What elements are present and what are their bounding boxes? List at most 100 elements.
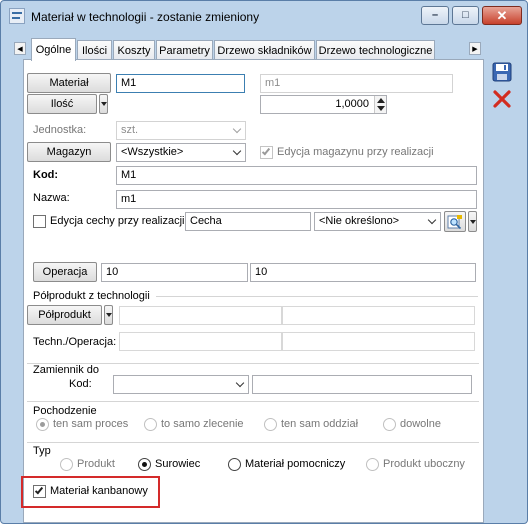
type-label-auxiliary: Materiał pomocniczy [245,458,346,470]
tab-parameters[interactable]: Parametry [156,40,213,60]
save-icon [492,62,512,82]
type-radio-raw-material[interactable] [138,458,151,471]
feature-value-select[interactable]: <Nie określono> [314,212,441,231]
type-label-byproduct: Produkt uboczny [383,458,465,470]
material-code-field[interactable]: M1 [116,74,245,93]
origin-label-same-branch: ten sam oddział [281,418,359,430]
semi-product-button[interactable]: Półprodukt [27,305,102,325]
kanban-checkbox[interactable] [33,485,46,498]
origin-label-same-process: ten sam proces [53,418,129,430]
dialog-window: Materiał w technologii - zostanie zmieni… [0,0,528,524]
radio-dot [142,462,147,467]
close-icon: ✕ [496,8,508,23]
semi-product-code-field[interactable] [119,306,282,325]
tab-general[interactable]: Ogólne [31,38,76,61]
type-group-title: Typ [33,445,51,457]
spin-up-icon [377,98,385,103]
maximize-icon: □ [462,9,469,21]
field-value: <Nie określono> [319,215,400,227]
tab-costs[interactable]: Koszty [113,40,155,60]
origin-radio-same-process [36,418,49,431]
tab-label: Parametry [159,44,210,57]
tab-scroll-right-button[interactable]: ▶ [469,42,481,55]
quantity-dropdown-button[interactable] [99,94,108,114]
warehouse-select[interactable]: <Wszystkie> [116,143,246,162]
feature-input[interactable]: Cecha [185,212,311,231]
tab-quantities[interactable]: Ilości [77,40,112,60]
button-label: Operacja [42,266,88,278]
radio-dot [40,422,45,427]
tech-operation-label: Techn./Operacja: [33,336,117,348]
tech-field[interactable] [119,332,282,351]
material-button[interactable]: Materiał [27,73,111,93]
tab-component-tree[interactable]: Drzewo składników [214,40,315,60]
operation-button[interactable]: Operacja [33,262,97,282]
tab-bar: ◀ Ogólne Ilości Koszty Parametry Drzewo … [9,38,487,61]
operation-code-field[interactable]: 10 [101,263,248,282]
unit-select: szt. [116,121,246,140]
field-value: szt. [121,124,139,136]
quantity-button[interactable]: Ilość [27,94,97,114]
close-button[interactable]: ✕ [482,6,522,25]
tab-label: Koszty [117,44,151,57]
substitute-name-field[interactable] [252,375,472,394]
spin-buttons[interactable] [374,96,386,113]
field-value: Cecha [190,215,222,227]
cancel-button[interactable] [491,88,515,112]
field-value: m1 [121,193,137,205]
button-label: Magazyn [46,146,92,158]
operation-field[interactable] [282,332,475,351]
group-separator [27,401,479,402]
tab-scroll-left-button[interactable]: ◀ [14,42,26,55]
feature-lookup-button[interactable] [444,211,466,232]
group-separator [156,296,478,297]
type-radio-byproduct [366,458,379,471]
feature-edit-checkbox[interactable] [33,215,46,228]
warehouse-edit-label: Edycja magazynu przy realizacji [277,146,434,158]
app-icon [9,8,25,24]
minimize-button[interactable]: – [421,6,449,25]
origin-label-same-order: to samo zlecenie [161,418,244,430]
semi-product-dropdown-button[interactable] [104,305,113,325]
material-name-field: m1 [260,74,453,93]
chevron-down-icon [232,376,248,393]
code-field[interactable]: M1 [116,166,477,185]
chevron-down-icon [469,219,476,224]
unit-label: Jednostka: [33,124,87,136]
chevron-down-icon [229,122,245,139]
substitute-code-select[interactable] [113,375,249,394]
type-label-raw-material: Surowiec [155,458,201,470]
button-label: Materiał [49,77,89,89]
chevron-down-icon [100,102,107,106]
general-tab-panel: Materiał M1 m1 Ilość 1,0000 Jednostka: s… [21,59,484,523]
name-field[interactable]: m1 [116,190,477,209]
checkmark-icon [261,146,271,156]
type-radio-auxiliary[interactable] [228,458,241,471]
feature-dropdown-button[interactable] [468,211,477,232]
kanban-label: Materiał kanbanowy [50,485,148,497]
checkmark-icon [34,485,44,495]
warehouse-edit-checkbox [260,146,273,159]
tab-label: Drzewo technologiczne [318,44,433,57]
origin-radio-any [383,418,396,431]
chevron-right-icon: ▶ [472,45,478,53]
quantity-stepper[interactable]: 1,0000 [260,95,387,114]
field-value: <Wszystkie> [121,146,184,158]
tab-label: Ilości [81,44,108,57]
origin-radio-same-branch [264,418,277,431]
chevron-down-icon [105,313,112,317]
operation-name-field[interactable]: 10 [250,263,476,282]
tab-technology-tree[interactable]: Drzewo technologiczne [316,40,435,60]
origin-group-title: Pochodzenie [33,405,97,417]
semi-product-name-field[interactable] [282,306,475,325]
substitute-code-label: Kod: [69,378,92,390]
maximize-button[interactable]: □ [452,6,479,25]
field-value: 1,0000 [335,98,369,110]
field-value: m1 [265,77,281,89]
warehouse-button[interactable]: Magazyn [27,142,111,162]
save-button[interactable] [491,61,515,85]
chevron-down-icon [424,213,440,230]
cancel-icon [493,90,511,108]
chevron-left-icon: ◀ [17,45,23,53]
origin-label-any: dowolne [400,418,441,430]
